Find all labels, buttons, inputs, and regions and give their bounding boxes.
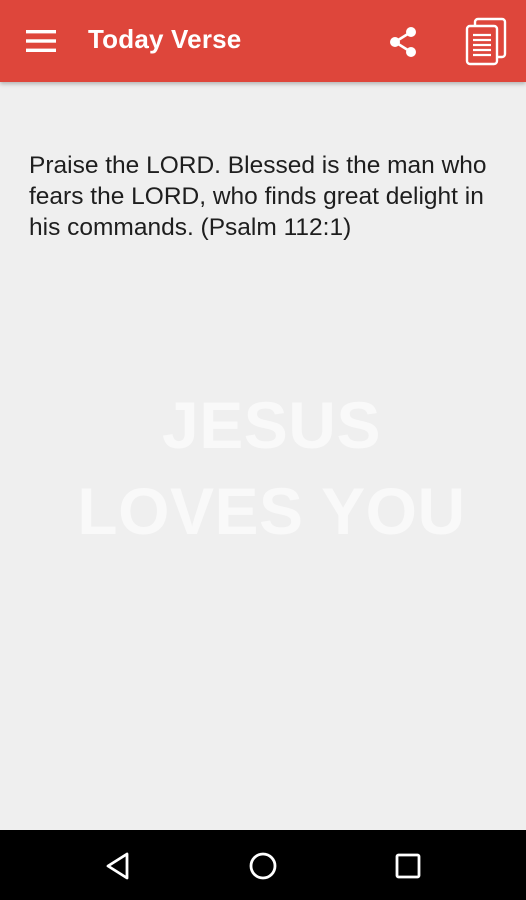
- watermark: JESUS LOVES YOU: [0, 382, 526, 554]
- content-area: Praise the LORD. Blessed is the man who …: [0, 82, 526, 830]
- copy-button[interactable]: [464, 16, 508, 68]
- app-bar: Today Verse: [0, 0, 526, 82]
- menu-icon: [26, 30, 56, 52]
- home-circle-icon: [249, 852, 277, 880]
- recent-apps-square-icon: [395, 853, 421, 879]
- nav-recent-button[interactable]: [386, 844, 430, 888]
- page-title: Today Verse: [88, 24, 242, 54]
- nav-back-button[interactable]: [96, 844, 140, 888]
- system-nav-bar: [0, 830, 526, 900]
- share-icon: [390, 27, 416, 57]
- menu-button[interactable]: [24, 28, 58, 54]
- nav-home-button[interactable]: [241, 844, 285, 888]
- watermark-line-2: LOVES YOU: [77, 474, 466, 548]
- watermark-line-1: JESUS: [162, 388, 381, 462]
- verse-text: Praise the LORD. Blessed is the man who …: [29, 152, 487, 241]
- back-triangle-icon: [106, 852, 129, 880]
- copy-icon: [465, 17, 507, 66]
- share-button[interactable]: [384, 24, 422, 60]
